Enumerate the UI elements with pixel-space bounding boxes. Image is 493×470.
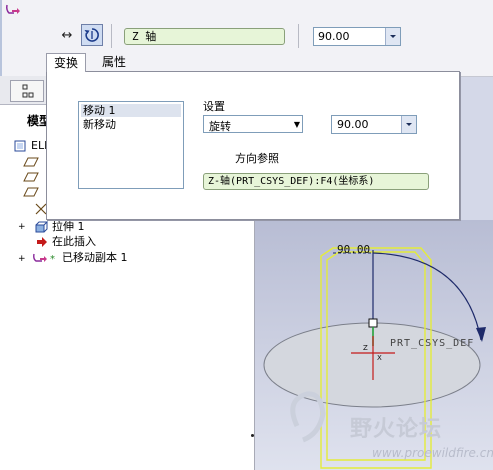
settings-label: 设置 — [203, 100, 225, 113]
value-text: 90.00 — [318, 30, 350, 43]
tab-properties[interactable]: 属性 — [94, 53, 134, 72]
direction-reference-label: 方向参照 — [235, 152, 279, 165]
dimension-label[interactable]: 90.00 — [337, 243, 370, 256]
datum-plane-icon — [23, 157, 39, 197]
watermark-text: 野火论坛 — [350, 417, 443, 442]
rotate-button[interactable] — [81, 24, 103, 46]
tree-item-extrude[interactable]: 拉伸 1 — [52, 220, 85, 234]
splitter-grip[interactable] — [251, 434, 254, 437]
extrude-icon — [35, 221, 48, 233]
toolbar-separator — [298, 24, 299, 48]
tree-item-moved-copy[interactable]: 已移动副本 1 — [62, 251, 128, 265]
tab-transform[interactable]: 变换 — [46, 53, 86, 72]
move-type-value: 旋转 — [209, 120, 231, 133]
moved-copy-icon: * — [33, 253, 55, 265]
move-type-select[interactable]: 旋转 ▼ — [203, 115, 303, 133]
model-tree-icon — [22, 84, 34, 98]
list-item-move-1[interactable]: 移动 1 — [81, 104, 181, 117]
reference-field[interactable]: Z 轴 — [124, 28, 285, 45]
value-combobox[interactable]: 90.00 — [313, 27, 401, 46]
tab-model-tree[interactable] — [10, 80, 44, 102]
tree-item-insert-here[interactable]: 在此插入 — [52, 235, 96, 249]
insert-arrow-icon — [37, 237, 47, 247]
angle-combobox[interactable]: 90.00 — [331, 115, 417, 134]
disk-model[interactable] — [263, 322, 481, 408]
list-item-new-move[interactable]: 新移动 — [81, 118, 181, 131]
chevron-down-icon[interactable] — [401, 116, 416, 133]
tree-item-part[interactable]: ELI — [31, 139, 47, 153]
drag-handle[interactable] — [368, 318, 378, 328]
csys-label: PRT_CSYS_DEF — [390, 338, 474, 349]
watermark-url: www.proewildfire.cn — [372, 446, 493, 460]
svg-text:*: * — [50, 254, 55, 265]
expand-icon[interactable]: + — [18, 222, 26, 232]
dashboard-edge — [0, 0, 2, 76]
translate-icon[interactable]: ↔ — [58, 28, 76, 44]
move-copy-feature-icon — [6, 4, 20, 14]
expand-icon[interactable]: + — [18, 254, 26, 264]
rotate-icon — [84, 28, 99, 42]
move-list[interactable]: 移动 1 新移动 — [78, 101, 184, 189]
part-icon — [14, 140, 26, 152]
toolbar-separator — [111, 24, 112, 48]
axis-z-label: Z — [363, 344, 368, 352]
direction-reference-field[interactable]: Z-轴(PRT_CSYS_DEF):F4(坐标系) — [203, 173, 429, 190]
chevron-down-icon[interactable] — [385, 28, 400, 45]
angle-value: 90.00 — [337, 118, 369, 131]
axis-x-label: X — [377, 354, 382, 362]
chevron-down-icon[interactable]: ▼ — [294, 120, 300, 129]
